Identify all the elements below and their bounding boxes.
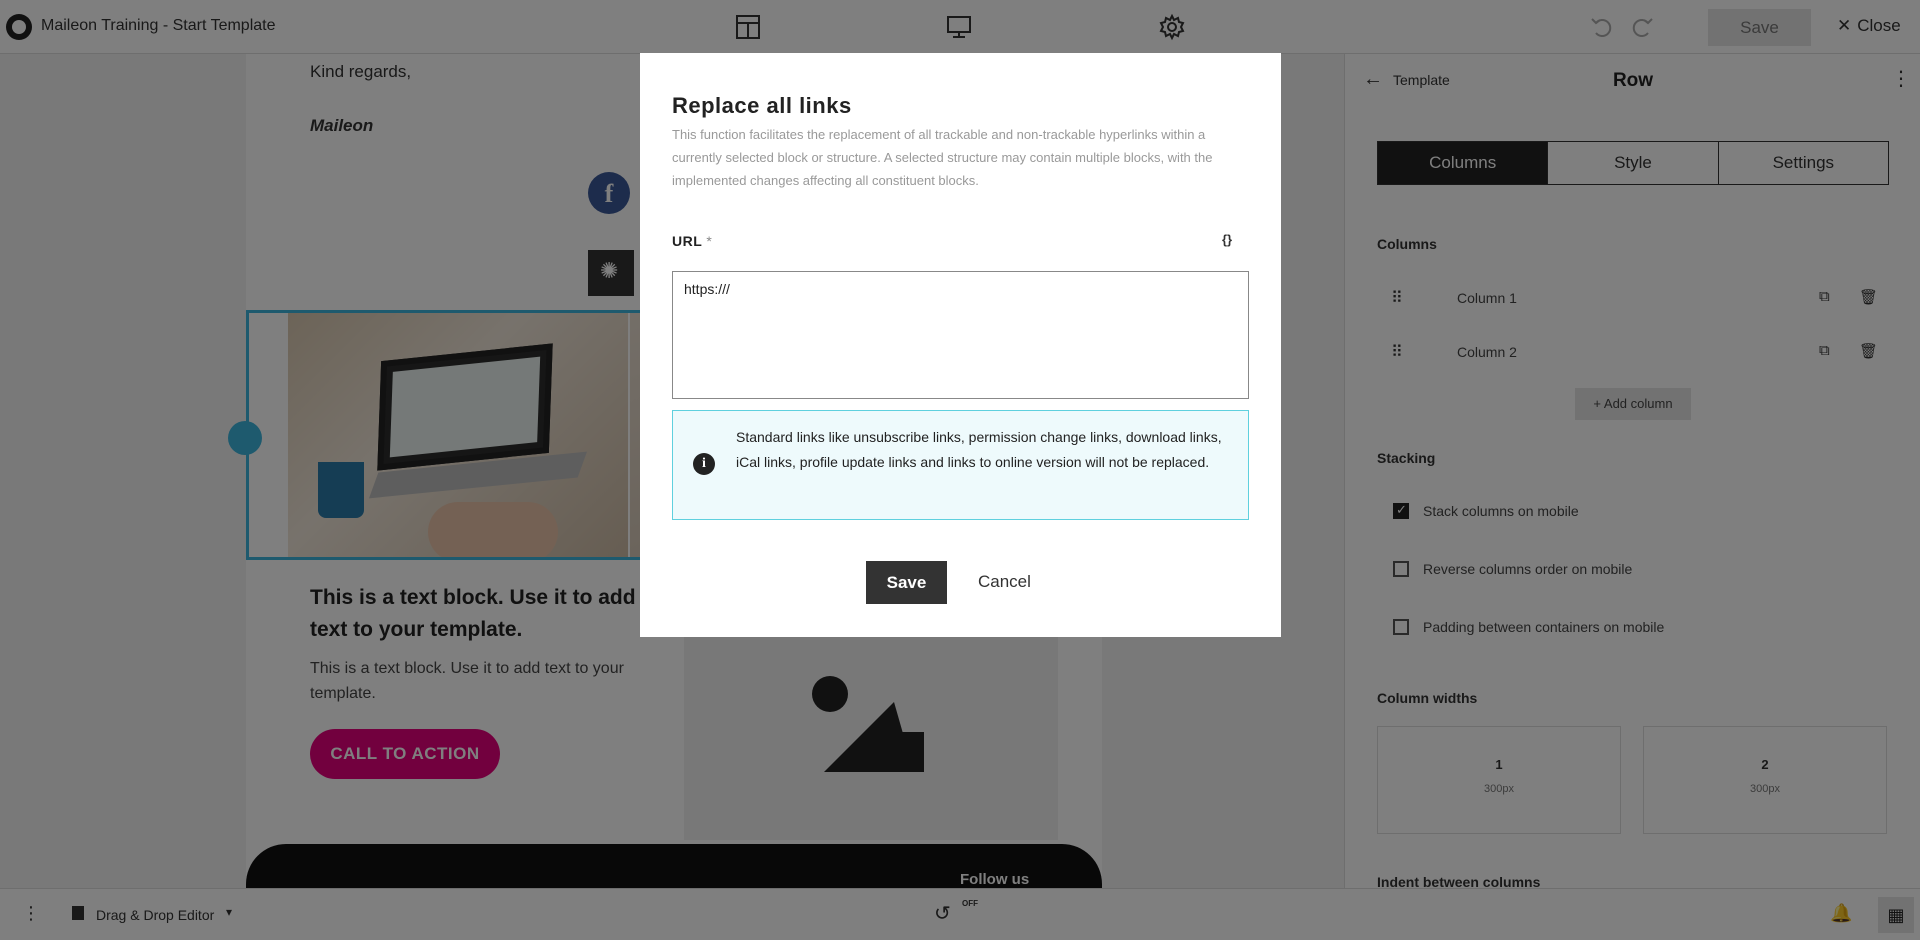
dialog-save-button[interactable]: Save [866, 561, 947, 604]
info-notice: i Standard links like unsubscribe links,… [672, 410, 1249, 520]
dialog-title: Replace all links [672, 93, 852, 118]
info-text: Standard links like unsubscribe links, p… [736, 429, 1222, 470]
dialog-description: This function facilitates the replacemen… [672, 127, 1213, 188]
replace-links-dialog: Replace all links This function facilita… [640, 53, 1281, 637]
dialog-cancel-button[interactable]: Cancel [978, 572, 1031, 592]
url-label-text: URL [672, 233, 703, 249]
insert-variable-icon[interactable]: {} [1222, 232, 1232, 247]
url-input[interactable]: https:/// [672, 271, 1249, 399]
url-label: URL * [672, 233, 712, 249]
required-marker: * [706, 233, 713, 249]
info-icon: i [693, 453, 715, 475]
